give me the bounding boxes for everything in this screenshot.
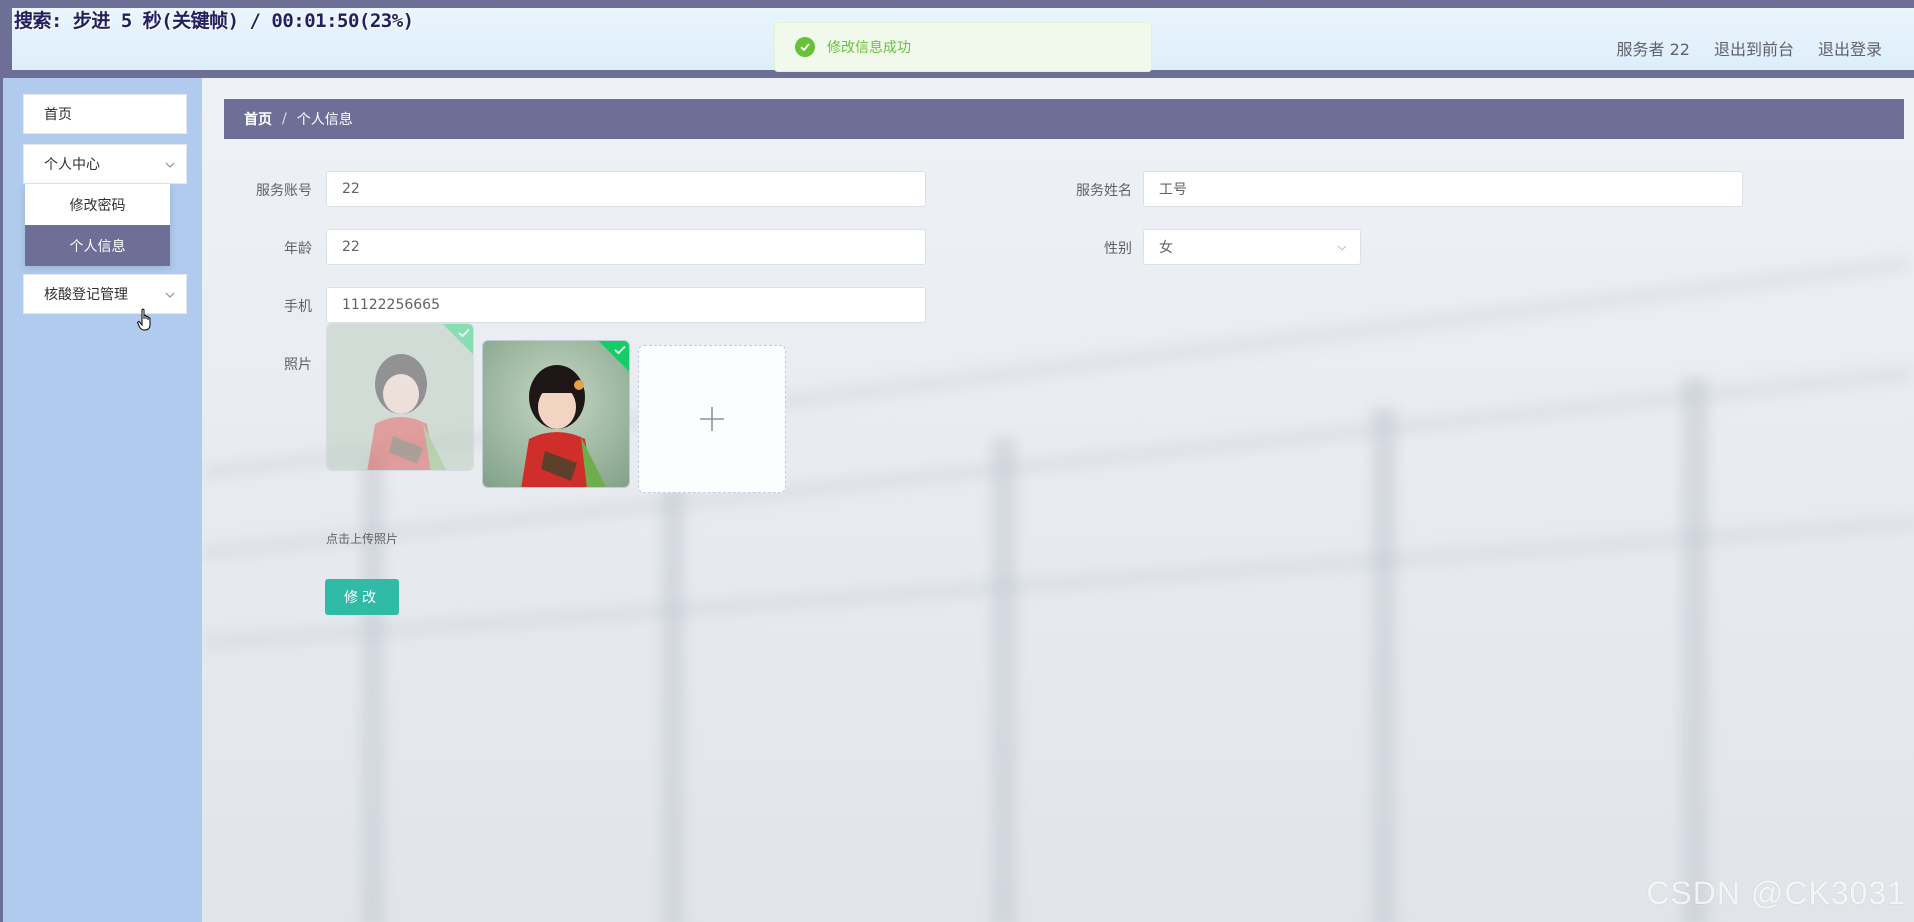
toast-message: 修改信息成功	[827, 40, 911, 56]
video-overlay-caption: 搜索: 步进 5 秒(关键帧) / 00:01:50(23%)	[14, 10, 414, 32]
submit-modify-button[interactable]: 修改	[325, 579, 399, 615]
sidebar-item-personal-center[interactable]: 个人中心	[23, 144, 187, 184]
sidebar-item-home[interactable]: 首页	[23, 94, 187, 134]
breadcrumb: 首页 / 个人信息	[224, 99, 1904, 139]
name-label: 服务姓名	[1076, 183, 1132, 199]
sidebar-item-label: 首页	[44, 107, 72, 123]
account-field[interactable]: 22	[326, 171, 926, 207]
photo-image	[327, 324, 473, 470]
uploaded-photo-thumbnail[interactable]	[326, 323, 474, 471]
upload-success-icon	[458, 328, 470, 338]
photo-upload-button[interactable]	[638, 345, 786, 493]
front-page-link[interactable]: 退出到前台	[1714, 36, 1794, 60]
chevron-down-icon	[1337, 245, 1347, 251]
hand-cursor-icon	[137, 308, 151, 331]
sidebar-item-nucleic-registration[interactable]: 核酸登记管理	[23, 274, 187, 314]
chevron-down-icon	[165, 292, 175, 298]
success-check-icon	[795, 37, 815, 57]
phone-field[interactable]: 11122256665	[326, 287, 926, 323]
upload-success-icon	[614, 345, 626, 355]
name-field[interactable]: 工号	[1143, 171, 1743, 207]
photo-image	[483, 341, 629, 487]
sidebar-item-personal-info[interactable]: 个人信息	[25, 225, 170, 266]
gender-label: 性别	[1104, 241, 1132, 257]
age-field[interactable]: 22	[326, 229, 926, 265]
personal-center-submenu: 修改密码 个人信息	[25, 184, 170, 266]
header-nav: 服务者 22 退出到前台 退出登录	[1617, 36, 1882, 60]
sidebar-item-change-password[interactable]: 修改密码	[25, 184, 170, 225]
current-user-label: 服务者 22	[1616, 40, 1690, 59]
gender-value: 女	[1159, 240, 1173, 256]
sidebar-item-label: 个人中心	[44, 157, 100, 173]
logout-link[interactable]: 退出登录	[1818, 36, 1882, 60]
chevron-down-icon	[165, 162, 175, 168]
sidebar: 首页 个人中心 修改密码 个人信息 核酸登记管理	[0, 78, 202, 922]
success-toast: 修改信息成功	[774, 22, 1152, 72]
main-content: 首页 / 个人信息 服务账号 22 服务姓名 工号 年龄 22 性别 女 手机 …	[202, 78, 1914, 922]
account-label: 服务账号	[256, 183, 312, 199]
watermark: CSDN @CK3031	[1646, 875, 1906, 911]
upload-tip: 点击上传照片	[326, 532, 399, 546]
phone-label: 手机	[284, 299, 312, 315]
uploaded-photo-thumbnail[interactable]	[482, 340, 630, 488]
sidebar-item-label: 核酸登记管理	[44, 287, 128, 303]
photo-label: 照片	[284, 357, 312, 373]
gender-select[interactable]: 女	[1143, 229, 1361, 265]
age-label: 年龄	[284, 241, 312, 257]
breadcrumb-separator: /	[282, 111, 287, 127]
breadcrumb-home[interactable]: 首页	[244, 109, 272, 129]
plus-icon	[700, 407, 724, 431]
breadcrumb-current: 个人信息	[296, 112, 353, 128]
